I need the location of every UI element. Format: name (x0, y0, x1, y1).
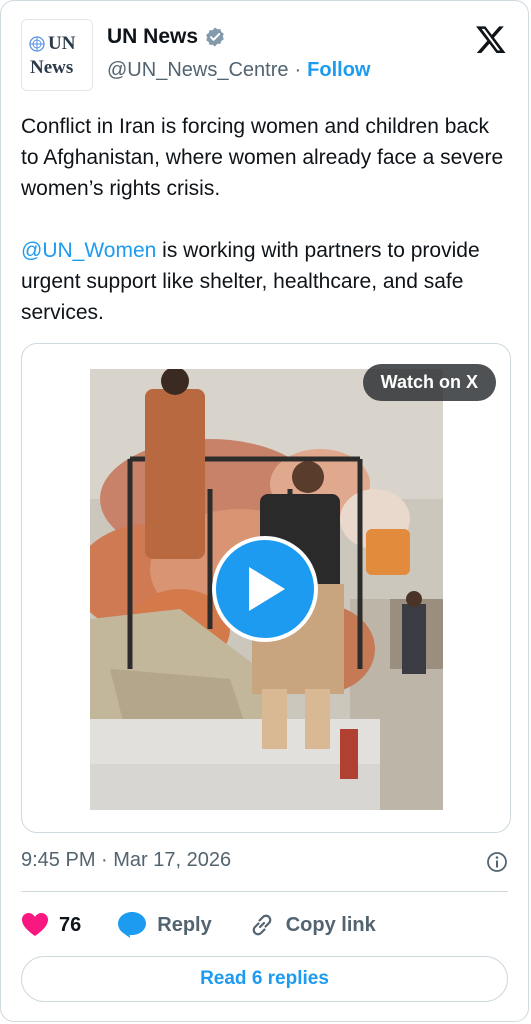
verified-badge-icon (206, 27, 224, 47)
play-button[interactable] (212, 536, 318, 642)
avatar-text-un: UN (48, 33, 76, 54)
play-icon (249, 567, 285, 611)
mention-link[interactable]: @UN_Women (21, 239, 156, 262)
copy-link-label: Copy link (285, 913, 376, 936)
tweet-timestamp[interactable]: 9:45 PM · Mar 17, 2026 (21, 849, 231, 872)
tweet-text: Conflict in Iran is forcing women and ch… (21, 111, 511, 328)
like-count: 76 (59, 913, 82, 936)
like-button[interactable]: 76 (21, 912, 81, 938)
follow-button[interactable]: Follow (307, 59, 370, 82)
video-card[interactable]: Watch on X (21, 343, 511, 833)
handle[interactable]: @UN_News_Centre (107, 59, 288, 82)
copy-link-button[interactable]: Copy link (248, 911, 376, 939)
watch-on-x-button[interactable]: Watch on X (362, 364, 496, 401)
reply-button[interactable]: Reply (117, 911, 212, 939)
tweet-paragraph-1: Conflict in Iran is forcing women and ch… (21, 115, 509, 200)
x-logo-icon[interactable] (474, 23, 508, 55)
reply-bubble-icon (118, 912, 147, 938)
action-bar: 76 Reply Copy link (21, 907, 508, 943)
link-icon (252, 914, 272, 936)
divider (21, 891, 508, 892)
reply-label: Reply (157, 913, 212, 936)
avatar[interactable]: UN News (21, 19, 93, 91)
info-icon[interactable] (486, 851, 508, 873)
avatar-text-news: News (30, 57, 74, 78)
un-emblem-icon (29, 36, 45, 52)
display-name[interactable]: UN News (107, 25, 198, 49)
tweet-header: UN News UN News @UN_News_Centre · Follow (21, 19, 508, 91)
read-replies-button[interactable]: Read 6 replies (21, 956, 508, 1002)
heart-icon (22, 913, 48, 936)
separator-dot: · (294, 59, 302, 81)
tweet-card: UN News UN News @UN_News_Centre · Follow… (0, 0, 529, 1022)
